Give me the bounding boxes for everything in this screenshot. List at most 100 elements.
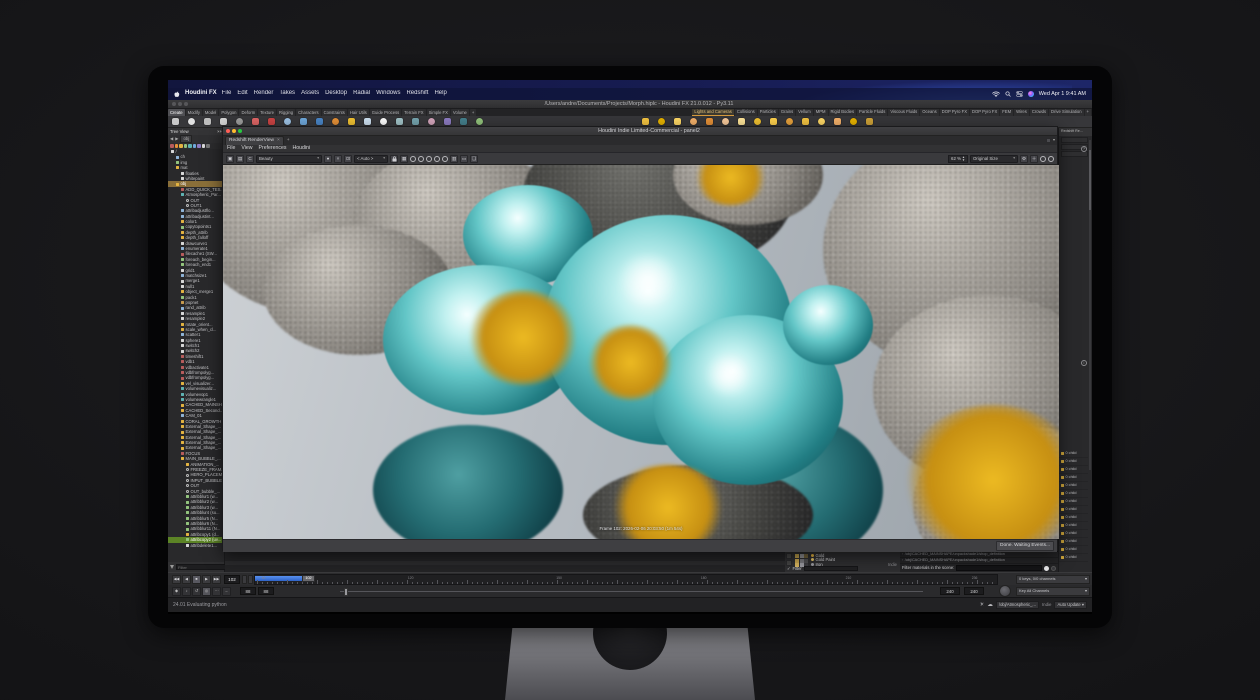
shelf-tool-icon[interactable]: [316, 118, 323, 125]
zoom-level-field[interactable]: 62 % ▲▼: [948, 155, 968, 163]
scrollbar-thumb[interactable]: [1089, 150, 1091, 210]
shelf-tab-simple-fx[interactable]: Simple FX: [427, 109, 450, 116]
shelf-tool-icon[interactable]: [428, 118, 435, 125]
shelf-tab-oceans[interactable]: Oceans: [920, 109, 938, 116]
renderview-menu-file[interactable]: File: [227, 145, 235, 151]
tree-swatch-icon[interactable]: [202, 144, 206, 148]
menubar-item-edit[interactable]: Edit: [237, 90, 247, 97]
zoom-window-icon[interactable]: [238, 129, 242, 133]
shelf-tab-texture[interactable]: Texture: [258, 109, 276, 116]
keys-summary-dropdown[interactable]: 0 keys, 0/0 channels ▾: [1016, 575, 1090, 584]
shelf-tab-wires[interactable]: Wires: [1014, 109, 1029, 116]
menubar-clock[interactable]: Wed Apr 1 9:41 AM: [1039, 91, 1086, 98]
child-count-row[interactable]: 0 child: [1059, 530, 1088, 538]
renderview-titlebar[interactable]: Houdini Indie Limited-Commercial - panel…: [223, 127, 1057, 136]
shelf-tool-icon[interactable]: [188, 118, 195, 125]
shelf-tool-icon[interactable]: [706, 118, 713, 125]
shelf-tab-particles[interactable]: Particles: [758, 109, 778, 116]
main-window-titlebar[interactable]: /Users/andre/Documents/Projects/Morph.hi…: [168, 100, 1092, 109]
tree-swatch-icon[interactable]: [179, 144, 183, 148]
shelf-tool-icon[interactable]: [658, 118, 665, 125]
shelf-tool-icon[interactable]: [786, 118, 793, 125]
dof-icon[interactable]: [426, 156, 432, 162]
save-image-icon[interactable]: ▣: [226, 155, 234, 163]
shelf-tool-icon[interactable]: [722, 118, 729, 125]
help-icon[interactable]: ?: [1081, 146, 1087, 152]
nav-back-icon[interactable]: ◀: [170, 136, 173, 141]
size-mode-dropdown[interactable]: Original Size ▾: [970, 155, 1018, 163]
shelf-tool-icon[interactable]: [380, 118, 387, 125]
playbar-option-button[interactable]: [242, 575, 247, 584]
shelf-tab-[interactable]: +: [1085, 109, 1091, 116]
shelf-tab-model[interactable]: Model: [203, 109, 218, 116]
menubar-item-render[interactable]: Render: [254, 90, 274, 97]
playhead[interactable]: 102: [302, 575, 315, 582]
shelf-tool-icon[interactable]: [674, 118, 681, 125]
dark-toggle-icon[interactable]: [1051, 566, 1056, 571]
child-count-row[interactable]: 0 child: [1059, 522, 1088, 530]
shelf-tab-collisions[interactable]: Collisions: [735, 109, 757, 116]
shelf-tool-icon[interactable]: [284, 118, 291, 125]
shelf-tab-drive-simulation[interactable]: Drive Simulation: [1049, 109, 1084, 116]
shelf-tab-deform[interactable]: Deform: [239, 109, 257, 116]
material-swatch[interactable]: [800, 559, 804, 563]
shelf-tab-terrain-fx[interactable]: Terrain FX: [402, 109, 425, 116]
child-count-row[interactable]: 0 child: [1059, 474, 1088, 482]
step-back-button[interactable]: ◀: [182, 575, 191, 584]
close-tab-icon[interactable]: ×: [277, 138, 280, 144]
aov-dropdown[interactable]: Beauty ▾: [256, 155, 322, 163]
menubar-item-takes[interactable]: Takes: [279, 90, 295, 97]
shelf-tab-polygon[interactable]: Polygon: [219, 109, 238, 116]
shelf-tool-icon[interactable]: [770, 118, 777, 125]
menubar-item-help[interactable]: Help: [434, 90, 446, 97]
shelf-tab-particle-fluids[interactable]: Particle Fluids: [857, 109, 887, 116]
shelf-tool-icon[interactable]: [332, 118, 339, 125]
shelf-tab-hair-utils[interactable]: Hair Utils: [348, 109, 369, 116]
jump-start-button[interactable]: ◀◀: [172, 575, 181, 584]
search-icon[interactable]: [1005, 91, 1011, 97]
menubar-item-file[interactable]: File: [222, 90, 232, 97]
material-swatch[interactable]: [804, 554, 808, 558]
tree-item-attribdelete1[interactable]: attribdelete1...: [168, 543, 224, 548]
range-slider-handle[interactable]: [344, 588, 348, 596]
minimize-window-icon[interactable]: [232, 129, 236, 133]
child-count-row[interactable]: 0 child: [1059, 538, 1088, 546]
tree-swatch-icon[interactable]: [193, 144, 197, 148]
set-key-button[interactable]: [999, 585, 1011, 597]
audio-toggle[interactable]: ♪: [182, 587, 191, 596]
renderview-menu-houdini[interactable]: Houdini: [293, 145, 311, 151]
range-end2-field[interactable]: [964, 587, 984, 595]
tree-view-tab[interactable]: Tree View × +: [168, 128, 224, 135]
shelf-tab-rigging[interactable]: Rigging: [277, 109, 295, 116]
shelf-tool-icon[interactable]: [476, 118, 483, 125]
renderview-menu-view[interactable]: View: [241, 145, 252, 151]
menubar-app-name[interactable]: Houdini FX: [185, 90, 217, 97]
shelf-tab-lights-and-cameras[interactable]: Lights and Cameras: [692, 109, 733, 116]
shelf-tab-dop-pyro-fx[interactable]: DOP Pyro FX: [970, 109, 999, 116]
tree-swatch-icon[interactable]: [170, 144, 174, 148]
shelf-tab-create[interactable]: Create: [168, 109, 185, 116]
shelf-tool-icon[interactable]: [866, 118, 873, 125]
simcache-toggle[interactable]: –: [222, 587, 231, 596]
shelf-tool-icon[interactable]: [412, 118, 419, 125]
letterbox-icon[interactable]: ▭: [460, 155, 468, 163]
zoom-in-icon[interactable]: ＋: [1030, 155, 1038, 163]
child-count-row[interactable]: 0 child: [1059, 482, 1088, 490]
realtime-toggle[interactable]: ◎: [202, 587, 211, 596]
material-swatch[interactable]: [795, 554, 799, 558]
menubar-item-radial[interactable]: Radial: [353, 90, 370, 97]
pane-menu-icon[interactable]: ▾: [1053, 138, 1055, 143]
shelf-tool-icon[interactable]: [268, 118, 275, 125]
apple-menu-icon[interactable]: [174, 91, 180, 98]
child-count-row[interactable]: 0 child: [1059, 506, 1088, 514]
pane-split-icon[interactable]: [1046, 138, 1051, 143]
shelf-tool-icon[interactable]: [396, 118, 403, 125]
tree-filter-input[interactable]: [176, 564, 232, 570]
shelf-tab-characters[interactable]: Characters: [296, 109, 320, 116]
tab-redshift-renderview[interactable]: Redshift RenderView ×: [225, 136, 284, 145]
tree-swatch-icon[interactable]: [188, 144, 192, 148]
shelf-tool-icon[interactable]: [444, 118, 451, 125]
shelf-tab-viscous-fluids[interactable]: Viscous Fluids: [888, 109, 919, 116]
target-icon[interactable]: [418, 156, 424, 162]
sun-icon[interactable]: ☀: [979, 602, 984, 609]
